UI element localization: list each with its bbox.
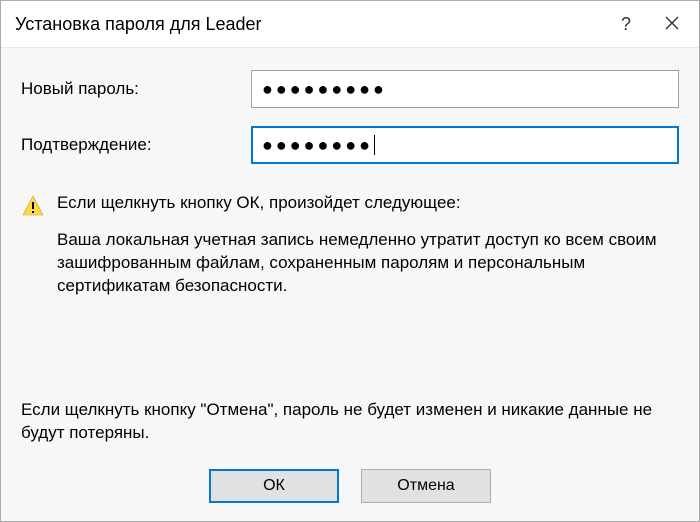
close-button[interactable]	[649, 9, 695, 39]
dialog-content: Новый пароль: ●●●●●●●●● Подтверждение: ●…	[1, 47, 699, 521]
confirm-password-label: Подтверждение:	[21, 135, 251, 155]
new-password-row: Новый пароль: ●●●●●●●●●	[21, 70, 679, 108]
warning-text: Если щелкнуть кнопку ОК, произойдет след…	[57, 192, 679, 298]
confirm-password-value: ●●●●●●●●	[262, 135, 373, 156]
help-button[interactable]: ?	[603, 9, 649, 39]
confirm-password-row: Подтверждение: ●●●●●●●●	[21, 126, 679, 164]
confirm-password-input[interactable]: ●●●●●●●●	[251, 126, 679, 164]
help-icon: ?	[621, 14, 631, 35]
warning-block: Если щелкнуть кнопку ОК, произойдет след…	[21, 192, 679, 298]
ok-button[interactable]: ОК	[209, 469, 339, 503]
button-row: ОК Отмена	[21, 459, 679, 521]
titlebar-buttons: ?	[603, 9, 695, 39]
cancel-info-text: Если щелкнуть кнопку "Отмена", пароль не…	[21, 399, 679, 445]
titlebar: Установка пароля для Leader ?	[1, 1, 699, 47]
new-password-label: Новый пароль:	[21, 79, 251, 99]
password-dialog: Установка пароля для Leader ? Новый паро…	[0, 0, 700, 522]
dialog-title: Установка пароля для Leader	[15, 14, 603, 35]
warning-body: Ваша локальная учетная запись немедленно…	[57, 229, 679, 298]
new-password-input[interactable]: ●●●●●●●●●	[251, 70, 679, 108]
warning-icon	[21, 194, 45, 222]
text-caret	[374, 135, 375, 155]
cancel-button[interactable]: Отмена	[361, 469, 491, 503]
close-icon	[665, 14, 679, 35]
new-password-value: ●●●●●●●●●	[262, 79, 387, 100]
warning-heading: Если щелкнуть кнопку ОК, произойдет след…	[57, 192, 679, 215]
